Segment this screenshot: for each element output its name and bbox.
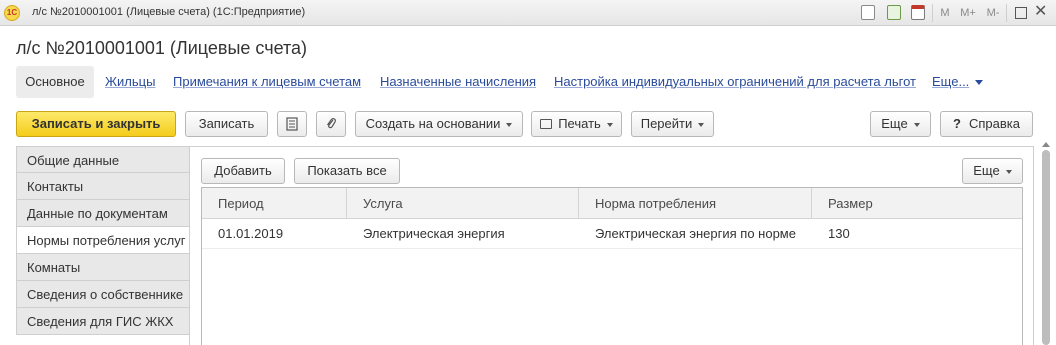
chevron-down-icon [1005, 169, 1012, 174]
save-and-close-button[interactable]: Записать и закрыть [16, 111, 176, 137]
cell-size: 130 [828, 226, 850, 241]
memory-plus-button[interactable]: M+ [958, 4, 978, 22]
cell-service: Электрическая энергия [363, 226, 505, 241]
help-button[interactable]: ? Справка [940, 111, 1033, 137]
memory-minus-button[interactable]: M- [983, 4, 1003, 22]
add-button[interactable]: Добавить [201, 158, 285, 184]
create-based-on-button[interactable]: Создать на основании [355, 111, 523, 137]
page-title: л/с №2010001001 (Лицевые счета) [16, 38, 308, 58]
tab-owner-info[interactable]: Сведения о собственнике [16, 281, 190, 308]
form-tabs: Общие данные Контакты Данные по документ… [16, 146, 190, 335]
tab-general-data[interactable]: Общие данные [16, 146, 190, 173]
titlebar-separator [1006, 4, 1007, 22]
calendar-icon[interactable] [911, 5, 925, 20]
question-mark-icon: ? [953, 116, 961, 131]
window-titlebar: 1С л/с №2010001001 (Лицевые счета) (1С:П… [0, 0, 1056, 26]
memory-m-button[interactable]: M [938, 4, 952, 22]
print-label: Печать [558, 116, 601, 131]
column-header-size[interactable]: Размер [812, 188, 1022, 219]
nav-link-notes[interactable]: Примечания к лицевым счетам [173, 66, 361, 98]
tab-consumption-norms[interactable]: Нормы потребления услуг [16, 227, 190, 254]
show-all-button[interactable]: Показать все [294, 158, 400, 184]
table-header: Период Услуга Норма потребления Размер [202, 188, 1022, 219]
scroll-up-arrow-icon[interactable] [1042, 142, 1050, 147]
norms-table: Период Услуга Норма потребления Размер 0… [201, 187, 1023, 345]
nav-more-label: Еще... [932, 74, 970, 89]
help-label: Справка [968, 116, 1020, 131]
nav-more-menu[interactable]: Еще... [932, 66, 984, 98]
chevron-down-icon [975, 80, 984, 86]
attach-button[interactable] [316, 111, 346, 137]
create-based-on-label: Создать на основании [365, 116, 501, 131]
save-button[interactable]: Записать [185, 111, 268, 137]
table-more-button[interactable]: Еще [962, 158, 1023, 184]
chevron-down-icon [606, 122, 613, 127]
nav-link-residents[interactable]: Жильцы [105, 66, 155, 98]
table-more-label: Еще [973, 163, 1000, 178]
nav-link-assigned-charges[interactable]: Назначенные начисления [380, 66, 536, 98]
table-row[interactable]: 01.01.2019 Электрическая энергия Электри… [202, 219, 1022, 249]
goto-button[interactable]: Перейти [631, 111, 714, 137]
column-header-norm[interactable]: Норма потребления [579, 188, 812, 219]
list-report-button[interactable] [277, 111, 307, 137]
maximize-icon[interactable] [1015, 7, 1027, 19]
nav-item-main[interactable]: Основное [16, 66, 94, 98]
nav-link-benefit-limits[interactable]: Настройка индивидуальных ограничений для… [554, 66, 916, 98]
more-actions-label: Еще [881, 116, 908, 131]
close-icon[interactable]: ✕ [1034, 3, 1050, 21]
chevron-down-icon [913, 122, 920, 127]
cell-norm: Электрическая энергия по норме [595, 226, 796, 241]
vertical-scrollbar[interactable] [1042, 150, 1050, 345]
titlebar-separator [932, 4, 933, 22]
tab-contacts[interactable]: Контакты [16, 173, 190, 200]
calculator-icon[interactable] [887, 5, 901, 20]
window-title: л/с №2010001001 (Лицевые счета) (1С:Пред… [32, 6, 306, 18]
tab-document-data[interactable]: Данные по документам [16, 200, 190, 227]
app-logo-icon: 1С [4, 5, 20, 21]
tab-rooms[interactable]: Комнаты [16, 254, 190, 281]
cell-period: 01.01.2019 [218, 226, 284, 241]
chevron-down-icon [698, 122, 705, 127]
list-icon [286, 117, 298, 131]
more-actions-button[interactable]: Еще [870, 111, 931, 137]
printer-icon [540, 118, 553, 129]
tab-gis-info[interactable]: Сведения для ГИС ЖКХ [16, 308, 190, 335]
column-header-period[interactable]: Период [202, 188, 347, 219]
goto-label: Перейти [640, 116, 693, 131]
paperclip-icon [327, 118, 336, 129]
document-icon[interactable] [861, 5, 875, 20]
chevron-down-icon [506, 122, 513, 127]
column-header-service[interactable]: Услуга [347, 188, 579, 219]
print-button[interactable]: Печать [531, 111, 622, 137]
